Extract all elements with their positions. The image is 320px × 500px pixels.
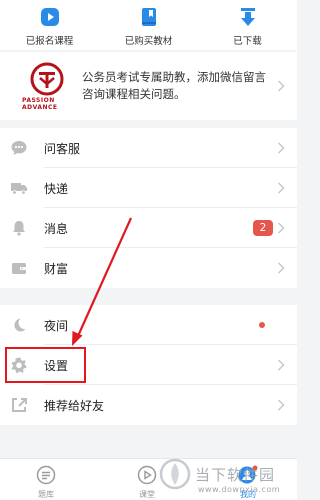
download-icon: [240, 8, 255, 26]
class-icon: [137, 465, 157, 485]
watermark-url: www.downxia.com: [198, 485, 281, 494]
book-icon: [141, 8, 156, 26]
menu-item-messages[interactable]: 消息 2: [0, 208, 297, 248]
wallet-icon: [10, 259, 28, 277]
chevron-right-icon: [278, 399, 285, 411]
shortcut-label: 已购买教材: [124, 36, 173, 47]
shortcut-label: 已报名课程: [25, 36, 74, 47]
shortcut-purchased-books[interactable]: 已购买教材: [99, 0, 198, 50]
list-icon: [36, 465, 56, 485]
brand-logo: PASSION ADVANCE: [22, 62, 72, 111]
shortcut-downloaded[interactable]: 已下载: [198, 0, 297, 50]
menu-item-delivery[interactable]: 快递: [0, 168, 297, 208]
unread-badge: 2: [253, 220, 273, 236]
play-icon: [40, 8, 59, 26]
tab-question-bank[interactable]: 题库: [16, 459, 76, 500]
settings-highlight-box: [5, 347, 86, 383]
chevron-right-icon: [278, 142, 285, 154]
watermark-logo-icon: [159, 458, 191, 490]
menu-item-night-mode[interactable]: 夜间: [0, 305, 297, 345]
menu-item-label: 问客服: [44, 141, 81, 156]
menu-item-label: 快递: [44, 181, 69, 196]
top-shortcuts: 已报名课程 已购买教材 已下载: [0, 0, 297, 50]
assistant-banner[interactable]: PASSION ADVANCE 公务员考试专属助教，添加微信留言咨询课程相关问题…: [0, 52, 297, 120]
chevron-right-icon: [278, 222, 285, 234]
menu-group-services: 问客服 快递 消息 2 财富: [0, 128, 297, 288]
shortcut-enrolled-courses[interactable]: 已报名课程: [0, 0, 99, 50]
menu-item-customer-service[interactable]: 问客服: [0, 128, 297, 168]
shortcut-label: 已下载: [233, 36, 262, 47]
chevron-right-icon: [278, 182, 285, 194]
share-icon: [10, 396, 28, 414]
site-watermark: 当下软件园 www.downxia.com: [158, 451, 298, 497]
menu-item-label: 消息: [44, 221, 69, 236]
chat-icon: [10, 139, 28, 157]
chevron-right-icon: [278, 80, 285, 92]
watermark-text: 当下软件园: [195, 465, 276, 484]
tab-label: 课堂: [139, 490, 155, 499]
menu-item-label: 财富: [44, 261, 69, 276]
banner-text: 公务员考试专属助教，添加微信留言咨询课程相关问题。: [82, 70, 266, 101]
chevron-right-icon: [278, 262, 285, 274]
bell-icon: [10, 219, 28, 237]
menu-item-recommend[interactable]: 推荐给好友: [0, 385, 297, 425]
menu-item-wealth[interactable]: 财富: [0, 248, 297, 288]
new-indicator-dot: [259, 322, 265, 328]
truck-icon: [10, 179, 28, 197]
menu-item-label: 推荐给好友: [44, 398, 105, 413]
logo-wordmark: PASSION ADVANCE: [22, 96, 58, 111]
menu-item-label: 夜间: [44, 318, 69, 333]
chevron-right-icon: [278, 359, 285, 371]
tab-label: 题库: [38, 490, 54, 499]
moon-icon: [10, 316, 28, 334]
